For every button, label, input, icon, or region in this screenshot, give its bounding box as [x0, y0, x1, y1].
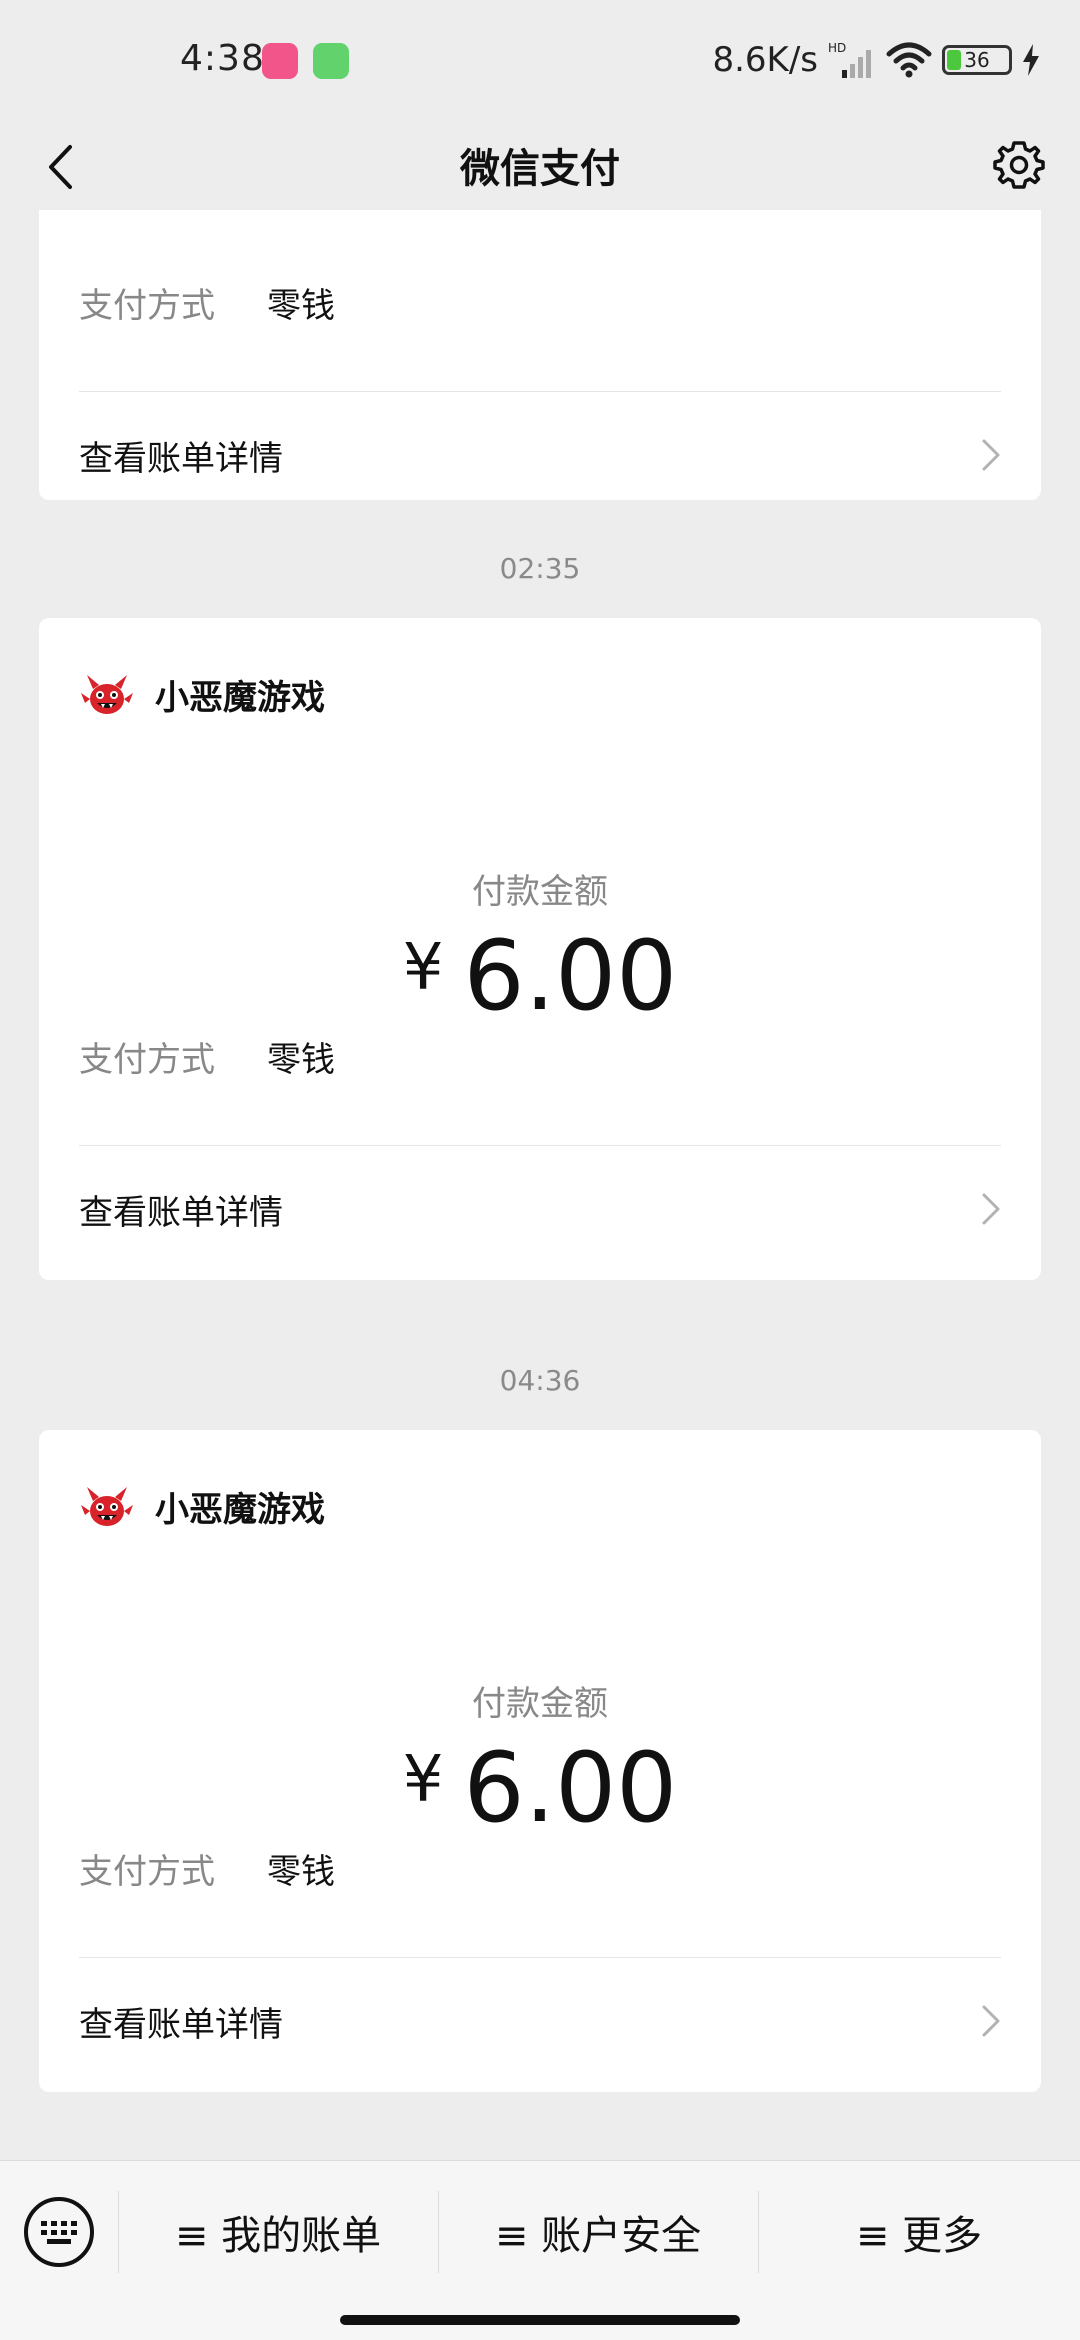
- payment-card: 小恶魔游戏 付款金额 ¥6.00 支付方式 零钱 查看账单详情: [39, 618, 1041, 1280]
- payment-amount: ¥6.00: [39, 920, 1041, 1032]
- payment-card: 支付方式 零钱 查看账单详情: [39, 210, 1041, 500]
- more-button[interactable]: ≡ 更多: [758, 2191, 1080, 2273]
- amount-value: 6.00: [463, 1732, 678, 1844]
- merchant: 小恶魔游戏: [79, 670, 325, 719]
- amount-label: 付款金额: [472, 1684, 608, 1724]
- home-indicator[interactable]: [340, 2315, 740, 2325]
- title-bar: 微信支付: [0, 124, 1080, 210]
- gear-icon: [993, 141, 1045, 189]
- battery-level: 36: [964, 48, 990, 72]
- amount-label: 付款金额: [472, 872, 608, 912]
- devil-logo-icon: [81, 674, 133, 714]
- transaction-time: 02:35: [499, 552, 581, 585]
- divider: [79, 1957, 1001, 1958]
- view-bill-detail-row[interactable]: 查看账单详情: [79, 1991, 1001, 2051]
- charging-icon: [1023, 44, 1039, 76]
- devil-logo-icon: [81, 1486, 133, 1526]
- pay-method-row: 支付方式 零钱: [79, 278, 335, 327]
- amount-value: 6.00: [463, 920, 678, 1032]
- account-security-button[interactable]: ≡ 账户安全: [438, 2191, 758, 2273]
- transaction-time: 04:36: [499, 1364, 581, 1397]
- view-bill-detail-label: 查看账单详情: [79, 2004, 283, 2045]
- app-notification-icon: [262, 43, 298, 79]
- pay-method-value: 零钱: [267, 1040, 335, 1080]
- chevron-right-icon: [982, 1193, 1000, 1225]
- pay-method-row: 支付方式 零钱: [79, 1032, 335, 1081]
- payment-card: 小恶魔游戏 付款金额 ¥6.00 支付方式 零钱 查看账单详情: [39, 1430, 1041, 2092]
- view-bill-detail-label: 查看账单详情: [79, 438, 283, 479]
- divider: [79, 1145, 1001, 1146]
- view-bill-detail-label: 查看账单详情: [79, 1192, 283, 1233]
- wifi-icon: [886, 42, 932, 78]
- svg-text:HD: HD: [828, 41, 846, 55]
- view-bill-detail-row[interactable]: 查看账单详情: [79, 1179, 1001, 1239]
- keyboard-button[interactable]: [24, 2197, 94, 2267]
- pay-method-label: 支付方式: [79, 1040, 215, 1080]
- payment-amount: ¥6.00: [39, 1732, 1041, 1844]
- divider: [79, 391, 1001, 392]
- android-notification-icon: [313, 43, 349, 79]
- pay-method-row: 支付方式 零钱: [79, 1844, 335, 1893]
- page-title: 微信支付: [460, 146, 620, 192]
- pay-method-label: 支付方式: [79, 1852, 215, 1892]
- signal-icon: HD: [828, 41, 871, 78]
- settings-button[interactable]: [984, 130, 1054, 200]
- chevron-right-icon: [982, 439, 1000, 471]
- currency-symbol: ¥: [402, 1743, 444, 1817]
- network-speed: 8.6K/s: [712, 40, 818, 80]
- my-bills-button[interactable]: ≡ 我的账单: [118, 2191, 438, 2273]
- currency-symbol: ¥: [402, 931, 444, 1005]
- pay-method-value: 零钱: [267, 286, 335, 326]
- battery-icon: 36: [942, 45, 1012, 75]
- merchant-name: 小恶魔游戏: [155, 1490, 325, 1530]
- status-right: 8.6K/s HD 36: [712, 36, 1040, 84]
- keyboard-icon: [41, 2221, 77, 2244]
- bottom-menu-bar: ≡ 我的账单 ≡ 账户安全 ≡ 更多: [0, 2160, 1080, 2340]
- pay-method-label: 支付方式: [79, 286, 215, 326]
- pay-method-value: 零钱: [267, 1852, 335, 1892]
- chevron-right-icon: [982, 2005, 1000, 2037]
- payment-list: 支付方式 零钱 查看账单详情 02:35 小恶魔游戏 付款金额 ¥ 6.00 支…: [0, 210, 1080, 2160]
- merchant-name: 小恶魔游戏: [155, 678, 325, 718]
- status-time: 4:38: [180, 38, 265, 79]
- view-bill-detail-row[interactable]: 查看账单详情: [79, 425, 1001, 485]
- merchant: 小恶魔游戏: [79, 1482, 325, 1531]
- status-bar: 4:38 8.6K/s HD 36: [0, 0, 1080, 124]
